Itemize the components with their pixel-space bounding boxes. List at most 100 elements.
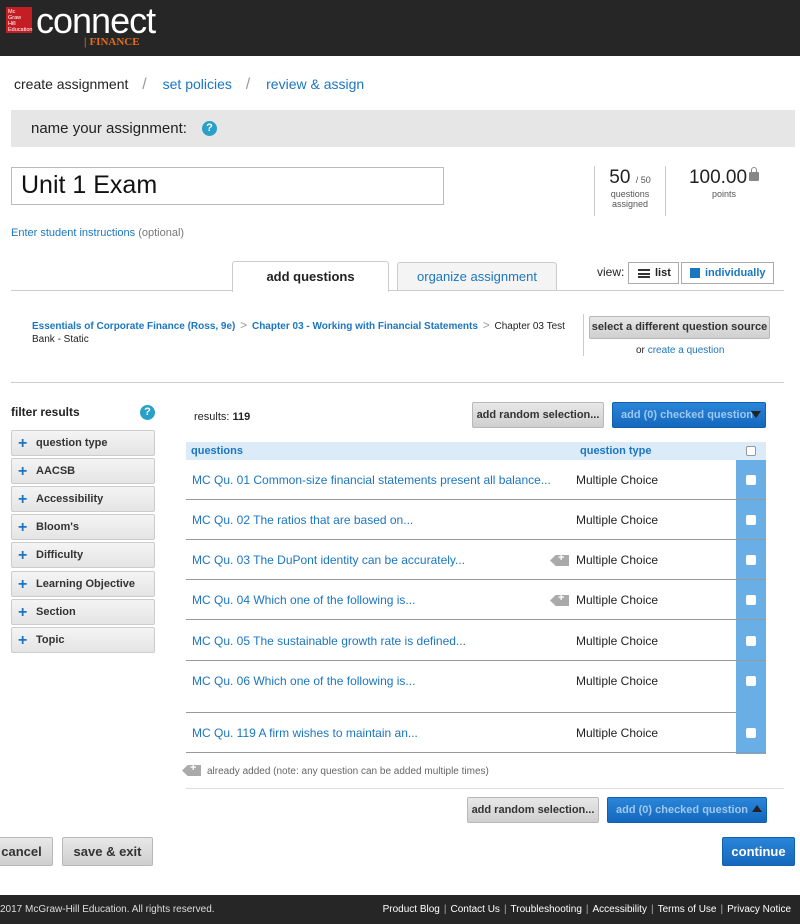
student-instructions: Enter student instructions (optional) — [11, 227, 184, 239]
filter-topic[interactable]: + Topic — [11, 627, 155, 653]
tab-divider — [11, 290, 784, 291]
breadcrumb-book[interactable]: Essentials of Corporate Finance (Ross, 9… — [32, 321, 235, 332]
continue-button[interactable]: continue — [722, 837, 795, 866]
question-checkbox[interactable] — [746, 728, 756, 738]
help-icon[interactable]: ? — [202, 121, 217, 136]
breadcrumb-chapter[interactable]: Chapter 03 - Working with Financial Stat… — [252, 321, 478, 332]
source-breadcrumb: Essentials of Corporate Finance (Ross, 9… — [32, 319, 582, 346]
filter-question-type[interactable]: + question type — [11, 430, 155, 456]
questions-label-1: questions — [610, 189, 650, 199]
tab-organize-assignment[interactable]: organize assignment — [397, 262, 557, 290]
question-link[interactable]: MC Qu. 05 The sustainable growth rate is… — [192, 634, 466, 648]
view-individually-button[interactable]: individually — [681, 262, 774, 284]
step-set-policies[interactable]: set policies — [163, 76, 232, 92]
source-divider — [583, 314, 584, 356]
footer-link-product-blog[interactable]: Product Blog — [383, 904, 440, 915]
question-link[interactable]: MC Qu. 03 The DuPont identity can be acc… — [192, 553, 465, 567]
footer-separator: | — [720, 904, 724, 915]
questions-table-header: questions question type — [186, 442, 766, 460]
mcgraw-hill-logo: Mc Graw Hill Education — [6, 7, 33, 33]
question-checkbox[interactable] — [746, 636, 756, 646]
plus-icon: + — [18, 632, 28, 649]
table-row: MC Qu. 05 The sustainable growth rate is… — [186, 621, 766, 661]
table-row: MC Qu. 01 Common-size financial statemen… — [186, 460, 766, 500]
table-row: MC Qu. 04 Which one of the following is.… — [186, 580, 766, 620]
points-stat: 100.00 points — [674, 166, 774, 216]
question-type: Multiple Choice — [576, 473, 659, 487]
add-checked-label: add (0) checked question — [616, 804, 749, 816]
filter-difficulty[interactable]: + Difficulty — [11, 542, 155, 568]
square-icon — [690, 268, 700, 278]
footer-link-contact-us[interactable]: Contact Us — [450, 904, 499, 915]
assignment-title-input[interactable]: Unit 1 Exam — [11, 167, 444, 205]
already-added-icon — [550, 595, 569, 606]
footer-separator: | — [585, 904, 589, 915]
add-random-selection-button-bottom[interactable]: add random selection... — [467, 797, 599, 823]
arrow-up-icon — [752, 805, 762, 812]
step-separator: / — [142, 76, 147, 93]
filter-label: AACSB — [36, 465, 76, 477]
view-label: view: — [597, 265, 625, 279]
footer-links: Product Blog | Contact Us | Troubleshooting |… — [383, 904, 791, 915]
student-instructions-link[interactable]: Enter student instructions — [11, 227, 135, 239]
filter-help-icon[interactable]: ? — [140, 405, 155, 420]
question-link[interactable]: MC Qu. 119 A firm wishes to maintain an.… — [192, 726, 418, 740]
select-all-checkbox[interactable] — [746, 446, 756, 456]
select-question-source-button[interactable]: select a different question source — [589, 316, 770, 339]
tab-add-questions[interactable]: add questions — [232, 261, 389, 292]
create-question-row: or create a question — [636, 345, 724, 356]
filter-learning-objective[interactable]: + Learning Objective — [11, 571, 155, 597]
question-type: Multiple Choice — [576, 513, 659, 527]
footer-link-terms[interactable]: Terms of Use — [658, 904, 717, 915]
question-link[interactable]: MC Qu. 06 Which one of the following is.… — [192, 674, 415, 688]
plus-icon: + — [18, 604, 28, 621]
question-link[interactable]: MC Qu. 02 The ratios that are based on..… — [192, 513, 413, 527]
already-added-icon — [182, 765, 201, 776]
create-question-link[interactable]: create a question — [648, 345, 725, 356]
col-question-type[interactable]: question type — [580, 445, 652, 457]
question-link[interactable]: MC Qu. 01 Common-size financial statemen… — [192, 473, 551, 487]
filter-label: Difficulty — [36, 549, 84, 561]
assignment-stats: 50 / 50 questions assigned 100.00 points — [594, 166, 794, 216]
footer-separator: | — [650, 904, 654, 915]
question-checkbox[interactable] — [746, 676, 756, 686]
add-checked-question-button[interactable]: add (0) checked question — [612, 402, 766, 428]
bottom-divider — [186, 788, 784, 789]
question-checkbox[interactable] — [746, 555, 756, 565]
cancel-button[interactable]: cancel — [0, 837, 53, 866]
plus-icon: + — [18, 491, 28, 508]
step-separator: / — [245, 76, 251, 93]
filter-blooms[interactable]: + Bloom's — [11, 514, 155, 540]
question-type: Multiple Choice — [576, 726, 659, 740]
footer-link-accessibility[interactable]: Accessibility — [593, 904, 647, 915]
view-list-button[interactable]: list — [628, 262, 679, 284]
question-link[interactable]: MC Qu. 04 Which one of the following is.… — [192, 593, 415, 607]
question-type: Multiple Choice — [576, 674, 659, 688]
table-row: MC Qu. 02 The ratios that are based on..… — [186, 500, 766, 540]
plus-icon: + — [18, 576, 28, 593]
filter-section[interactable]: + Section — [11, 599, 155, 625]
question-checkbox[interactable] — [746, 475, 756, 485]
questions-assigned-stat: 50 / 50 questions assigned — [594, 166, 666, 216]
add-checked-question-button-bottom[interactable]: add (0) checked question — [607, 797, 767, 823]
finance-logo-label: | FINANCE — [84, 36, 140, 48]
plus-icon: + — [18, 519, 28, 536]
footer-link-troubleshooting[interactable]: Troubleshooting — [511, 904, 582, 915]
save-exit-button[interactable]: save & exit — [62, 837, 153, 866]
filter-accessibility[interactable]: + Accessibility — [11, 486, 155, 512]
or-label: or — [636, 345, 645, 356]
already-added-legend: already added (note: any question can be… — [182, 765, 489, 777]
add-checked-label: add (0) checked question — [621, 409, 754, 421]
footer-separator: | — [503, 904, 507, 915]
filter-label: Learning Objective — [36, 578, 136, 590]
plus-icon: + — [18, 547, 28, 564]
col-questions[interactable]: questions — [191, 445, 243, 457]
question-checkbox[interactable] — [746, 515, 756, 525]
add-random-selection-button[interactable]: add random selection... — [472, 402, 604, 428]
step-review-assign[interactable]: review & assign — [266, 76, 364, 92]
question-checkbox[interactable] — [746, 595, 756, 605]
filter-label: Accessibility — [36, 493, 104, 505]
filter-aacsb[interactable]: + AACSB — [11, 458, 155, 484]
filter-results-title: filter results — [11, 405, 80, 419]
footer-link-privacy[interactable]: Privacy Notice — [727, 904, 791, 915]
